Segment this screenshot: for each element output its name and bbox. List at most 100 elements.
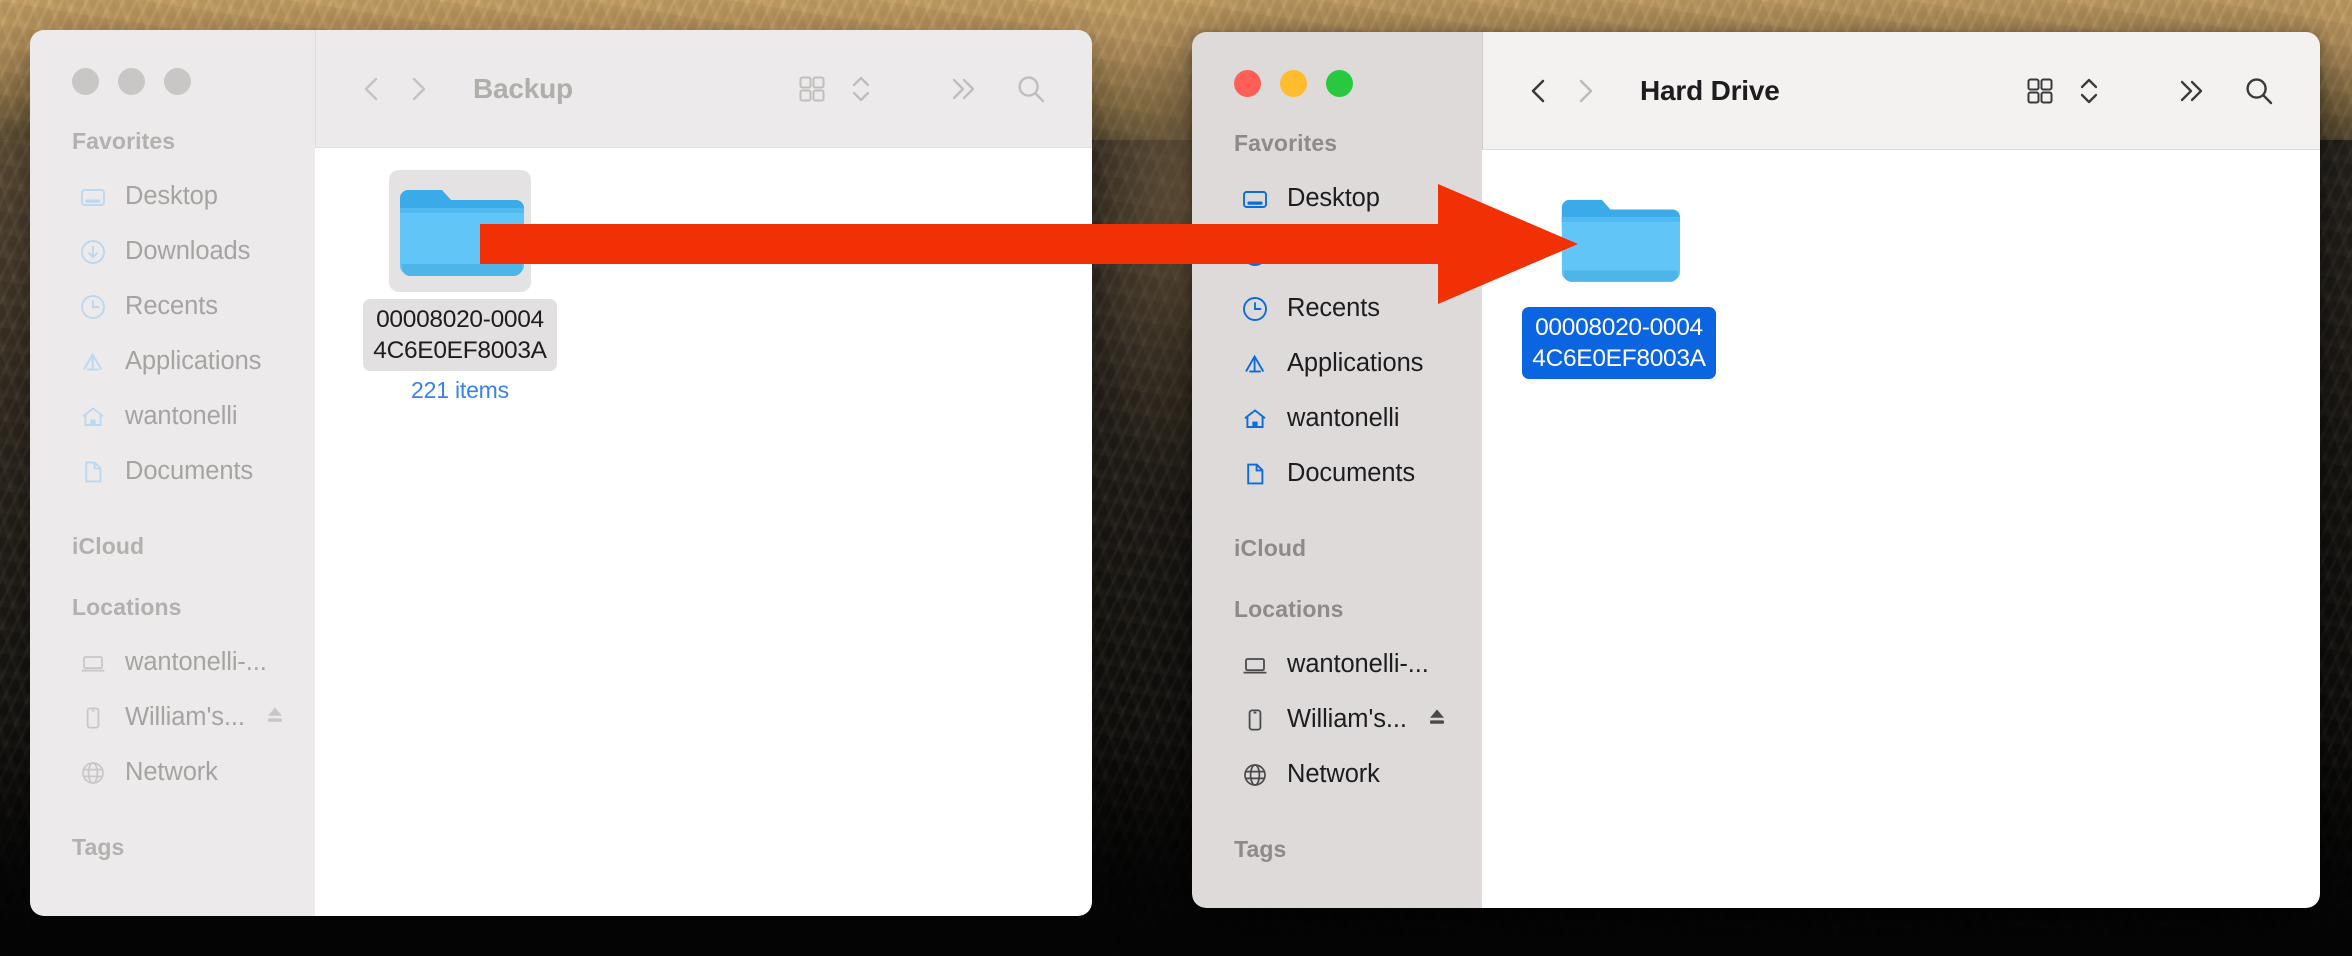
toolbar-target: Hard Drive	[1482, 32, 2320, 150]
folder-icon	[400, 190, 524, 276]
sidebar-heading-favorites: Favorites	[72, 128, 176, 154]
search-icon[interactable]	[2232, 66, 2286, 116]
sidebar-item-label: Documents	[125, 457, 254, 485]
iphone-icon	[78, 703, 108, 733]
sidebar-item-label: Downloads	[1287, 239, 1413, 267]
file-item-folder[interactable]: 00008020-0004 4C6E0EF8003A 221 items	[363, 170, 557, 404]
back-button[interactable]	[349, 66, 395, 112]
forward-button[interactable]	[395, 66, 441, 112]
chevron-up-down-icon[interactable]	[840, 64, 882, 114]
finder-window-backup[interactable]: Favorites Desktop Downloads Recents Appl…	[30, 30, 1092, 916]
finder-window-hard-drive[interactable]: Favorites Desktop Downloads Recents Appl…	[1192, 32, 2320, 908]
sidebar-heading-icloud: iCloud	[1234, 535, 1307, 561]
sidebar-heading-favorites: Favorites	[1234, 130, 1338, 156]
sidebar-item-documents[interactable]: Documents	[1202, 446, 1468, 501]
network-globe-icon	[78, 758, 108, 788]
sidebar-item-desktop[interactable]: Desktop	[40, 169, 301, 224]
content-pane-target: Hard Drive 00008020-0004 4C6E0EF8003A	[1482, 32, 2320, 908]
folder-icon	[1561, 199, 1680, 282]
sidebar-item-computer[interactable]: wantonelli-...	[40, 635, 301, 690]
icon-view-button[interactable]	[2012, 66, 2068, 116]
downloads-icon	[1240, 239, 1270, 269]
network-globe-icon	[1240, 760, 1270, 790]
sidebar-heading-tags: Tags	[72, 834, 125, 860]
sidebar-heading-locations: Locations	[72, 594, 182, 620]
sidebar-item-label: Recents	[125, 292, 218, 320]
iphone-icon	[1240, 705, 1270, 735]
folder-icon-tile	[1548, 178, 1690, 300]
sidebar-item-computer[interactable]: wantonelli-...	[1202, 637, 1468, 692]
sidebar-item-desktop[interactable]: Desktop	[1202, 171, 1468, 226]
back-button[interactable]	[1516, 68, 1562, 114]
window-controls-source	[30, 44, 315, 102]
zoom-button[interactable]	[164, 68, 191, 95]
recents-clock-icon	[78, 292, 108, 322]
laptop-icon	[1240, 650, 1270, 680]
home-icon	[78, 402, 108, 432]
file-grid-target[interactable]: 00008020-0004 4C6E0EF8003A	[1482, 150, 2320, 908]
minimize-button[interactable]	[118, 68, 145, 95]
applications-icon	[78, 347, 108, 377]
sidebar-item-label: wantonelli	[125, 402, 238, 430]
sidebar-item-label: wantonelli-...	[125, 648, 267, 676]
sidebar-item-label: Recents	[1287, 294, 1380, 322]
documents-icon	[78, 457, 108, 487]
file-name-label: 00008020-0004 4C6E0EF8003A	[1522, 307, 1716, 379]
sidebar-item-downloads[interactable]: Downloads	[1202, 226, 1468, 281]
sidebar-item-label: William's...	[1287, 705, 1407, 733]
sidebar-item-label: Applications	[1287, 349, 1424, 377]
sidebar-item-applications[interactable]: Applications	[1202, 336, 1468, 391]
sidebar-item-recents[interactable]: Recents	[40, 279, 301, 334]
sidebar-item-applications[interactable]: Applications	[40, 334, 301, 389]
minimize-button[interactable]	[1280, 70, 1307, 97]
sidebar-item-label: Downloads	[125, 237, 251, 265]
forward-button[interactable]	[1562, 68, 1608, 114]
sidebar-item-label: wantonelli-...	[1287, 650, 1429, 678]
applications-icon	[1240, 349, 1270, 379]
sidebar-heading-locations: Locations	[1234, 596, 1344, 622]
documents-icon	[1240, 459, 1270, 489]
sidebar-item-documents[interactable]: Documents	[40, 444, 301, 499]
eject-icon[interactable]	[1424, 704, 1450, 735]
sidebar-item-label: William's...	[125, 703, 245, 731]
zoom-button[interactable]	[1326, 70, 1353, 97]
sidebar-item-recents[interactable]: Recents	[1202, 281, 1468, 336]
sidebar-item-label: wantonelli	[1287, 404, 1400, 432]
close-button[interactable]	[72, 68, 99, 95]
recents-clock-icon	[1240, 294, 1270, 324]
sidebar-item-home[interactable]: wantonelli	[40, 389, 301, 444]
more-chevrons-icon[interactable]	[936, 64, 990, 114]
file-item-folder[interactable]: 00008020-0004 4C6E0EF8003A	[1522, 178, 1716, 379]
sidebar-item-label: Desktop	[125, 182, 218, 210]
search-icon[interactable]	[1004, 64, 1058, 114]
file-grid-source[interactable]: 00008020-0004 4C6E0EF8003A 221 items	[315, 148, 1092, 916]
window-title: Backup	[473, 72, 573, 104]
sidebar-item-network[interactable]: Network	[40, 745, 301, 800]
desktop-icon	[1240, 184, 1270, 214]
file-item-count: 221 items	[411, 377, 509, 403]
desktop-icon	[78, 182, 108, 212]
toolbar-source: Backup	[315, 30, 1092, 148]
desktop-screen: Favorites Desktop Downloads Recents Appl…	[0, 0, 2352, 956]
sidebar-heading-icloud: iCloud	[72, 533, 145, 559]
sidebar-item-home[interactable]: wantonelli	[1202, 391, 1468, 446]
sidebar-item-iphone[interactable]: William's...	[1202, 692, 1468, 747]
sidebar-item-label: Documents	[1287, 459, 1416, 487]
more-chevrons-icon[interactable]	[2164, 66, 2218, 116]
downloads-icon	[78, 237, 108, 267]
eject-icon[interactable]	[262, 702, 288, 733]
folder-icon-tile	[389, 170, 531, 292]
toolbar-actions-target	[2012, 66, 2286, 116]
window-title: Hard Drive	[1640, 74, 1780, 106]
sidebar-item-downloads[interactable]: Downloads	[40, 224, 301, 279]
sidebar-item-network[interactable]: Network	[1202, 747, 1468, 802]
sidebar-item-iphone[interactable]: William's...	[40, 690, 301, 745]
sidebar-source: Favorites Desktop Downloads Recents Appl…	[30, 30, 315, 916]
sidebar-item-label: Desktop	[1287, 184, 1380, 212]
icon-view-button[interactable]	[784, 64, 840, 114]
toolbar-actions-source	[784, 64, 1058, 114]
window-controls-target	[1192, 46, 1482, 104]
close-button[interactable]	[1234, 70, 1261, 97]
chevron-up-down-icon[interactable]	[2068, 66, 2110, 116]
sidebar-target: Favorites Desktop Downloads Recents Appl…	[1192, 32, 1482, 908]
